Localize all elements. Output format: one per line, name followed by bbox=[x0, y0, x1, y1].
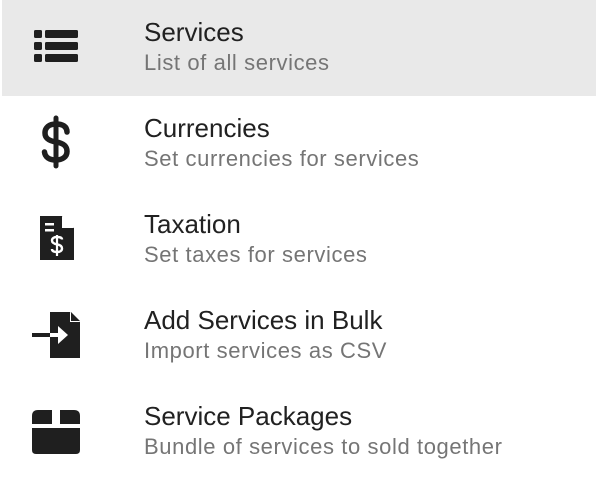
menu-item-currencies[interactable]: Currencies Set currencies for services bbox=[2, 96, 596, 192]
invoice-dollar-icon bbox=[28, 210, 84, 266]
menu-item-subtitle: Set taxes for services bbox=[144, 242, 368, 267]
menu-item-title: Taxation bbox=[144, 209, 241, 239]
menu-item-services[interactable]: Services List of all services bbox=[2, 0, 596, 96]
menu-item-subtitle: Import services as CSV bbox=[144, 338, 388, 363]
menu-item-subtitle: List of all services bbox=[144, 50, 330, 75]
menu-item-taxation[interactable]: Taxation Set taxes for services bbox=[2, 192, 596, 288]
menu-item-title: Currencies bbox=[144, 113, 270, 143]
menu-item-add-services-bulk[interactable]: Add Services in Bulk Import services as … bbox=[2, 288, 596, 384]
menu-item-subtitle: Set currencies for services bbox=[144, 146, 420, 171]
menu-item-title: Service Packages bbox=[144, 401, 353, 431]
file-import-icon bbox=[28, 306, 84, 362]
menu-item-title: Services bbox=[144, 17, 244, 47]
list-icon bbox=[28, 18, 84, 74]
dollar-icon bbox=[28, 114, 84, 170]
services-menu: Services List of all services Currencies… bbox=[0, 0, 596, 494]
menu-item-title: Add Services in Bulk bbox=[144, 305, 383, 335]
menu-item-service-packages[interactable]: Service Packages Bundle of services to s… bbox=[2, 384, 596, 480]
menu-item-subtitle: Bundle of services to sold together bbox=[144, 434, 503, 459]
box-icon bbox=[28, 402, 84, 458]
